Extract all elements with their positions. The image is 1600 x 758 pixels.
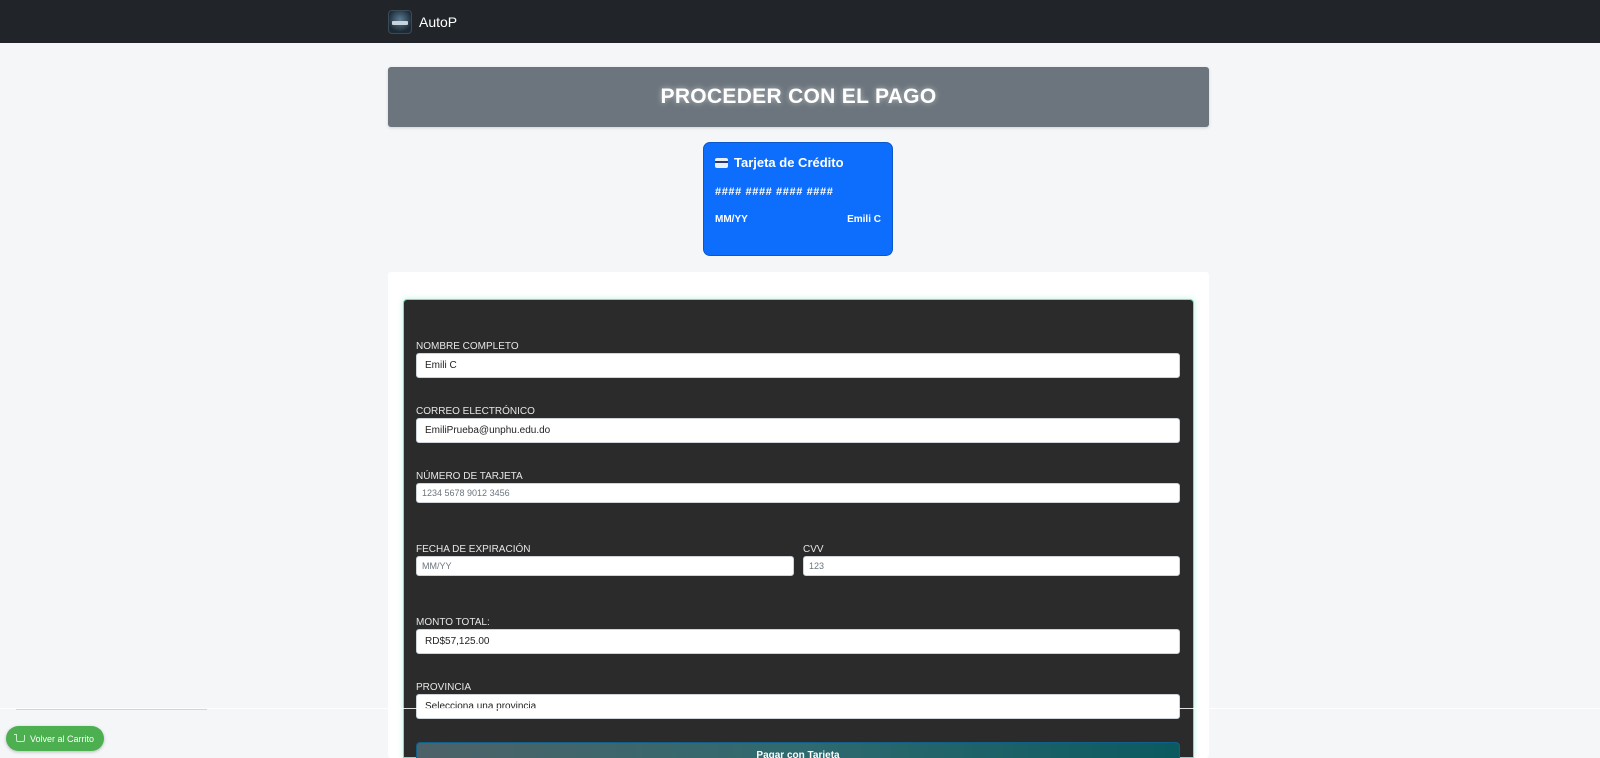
card-preview-header: Tarjeta de Crédito — [715, 155, 844, 170]
cart-icon — [13, 734, 25, 742]
email-label: CORREO ELECTRÓNICO — [416, 406, 535, 417]
page-title-banner: PROCEDER CON EL PAGO — [388, 67, 1209, 127]
province-select[interactable]: Selecciona una provincia — [416, 694, 1180, 719]
card-number-label: NÚMERO DE TARJETA — [416, 471, 523, 482]
brand-link[interactable]: AutoP — [388, 10, 457, 34]
pay-button-label: Pagar con Tarjeta — [756, 750, 840, 758]
navbar: AutoP — [0, 0, 1600, 43]
cvv-input[interactable] — [803, 556, 1180, 576]
province-label: PROVINCIA — [416, 682, 472, 693]
expiry-label: FECHA DE EXPIRACIÓN — [416, 544, 531, 555]
overlay-highlight-line — [16, 709, 207, 710]
name-label: NOMBRE COMPLETO — [416, 341, 519, 352]
pay-with-card-button[interactable]: Pagar con Tarjeta — [416, 742, 1180, 758]
brand-name: AutoP — [419, 14, 458, 30]
card-preview-expiry: MM/YY — [715, 214, 748, 225]
full-name-input[interactable] — [416, 353, 1180, 378]
cvv-label: CVV — [803, 544, 824, 555]
credit-card-preview: Tarjeta de Crédito #### #### #### #### M… — [703, 142, 893, 256]
back-to-cart-label: Volver al Carrito — [29, 733, 95, 744]
card-number-input[interactable] — [416, 483, 1180, 503]
card-preview-number: #### #### #### #### — [715, 186, 834, 198]
total-label: MONTO TOTAL: — [416, 617, 490, 628]
total-amount-input[interactable] — [416, 629, 1180, 654]
overlay-divider-line — [0, 708, 1600, 709]
back-to-cart-button[interactable]: Volver al Carrito — [6, 726, 104, 751]
card-preview-holder: Emili C — [847, 214, 881, 225]
province-select-value: Selecciona una provincia — [425, 701, 537, 712]
card-preview-title: Tarjeta de Crédito — [734, 155, 844, 170]
email-input[interactable] — [416, 418, 1180, 443]
page-title: PROCEDER CON EL PAGO — [660, 85, 937, 108]
expiry-input[interactable] — [416, 556, 794, 576]
autop-logo-icon — [388, 10, 412, 34]
credit-card-icon — [715, 157, 728, 168]
